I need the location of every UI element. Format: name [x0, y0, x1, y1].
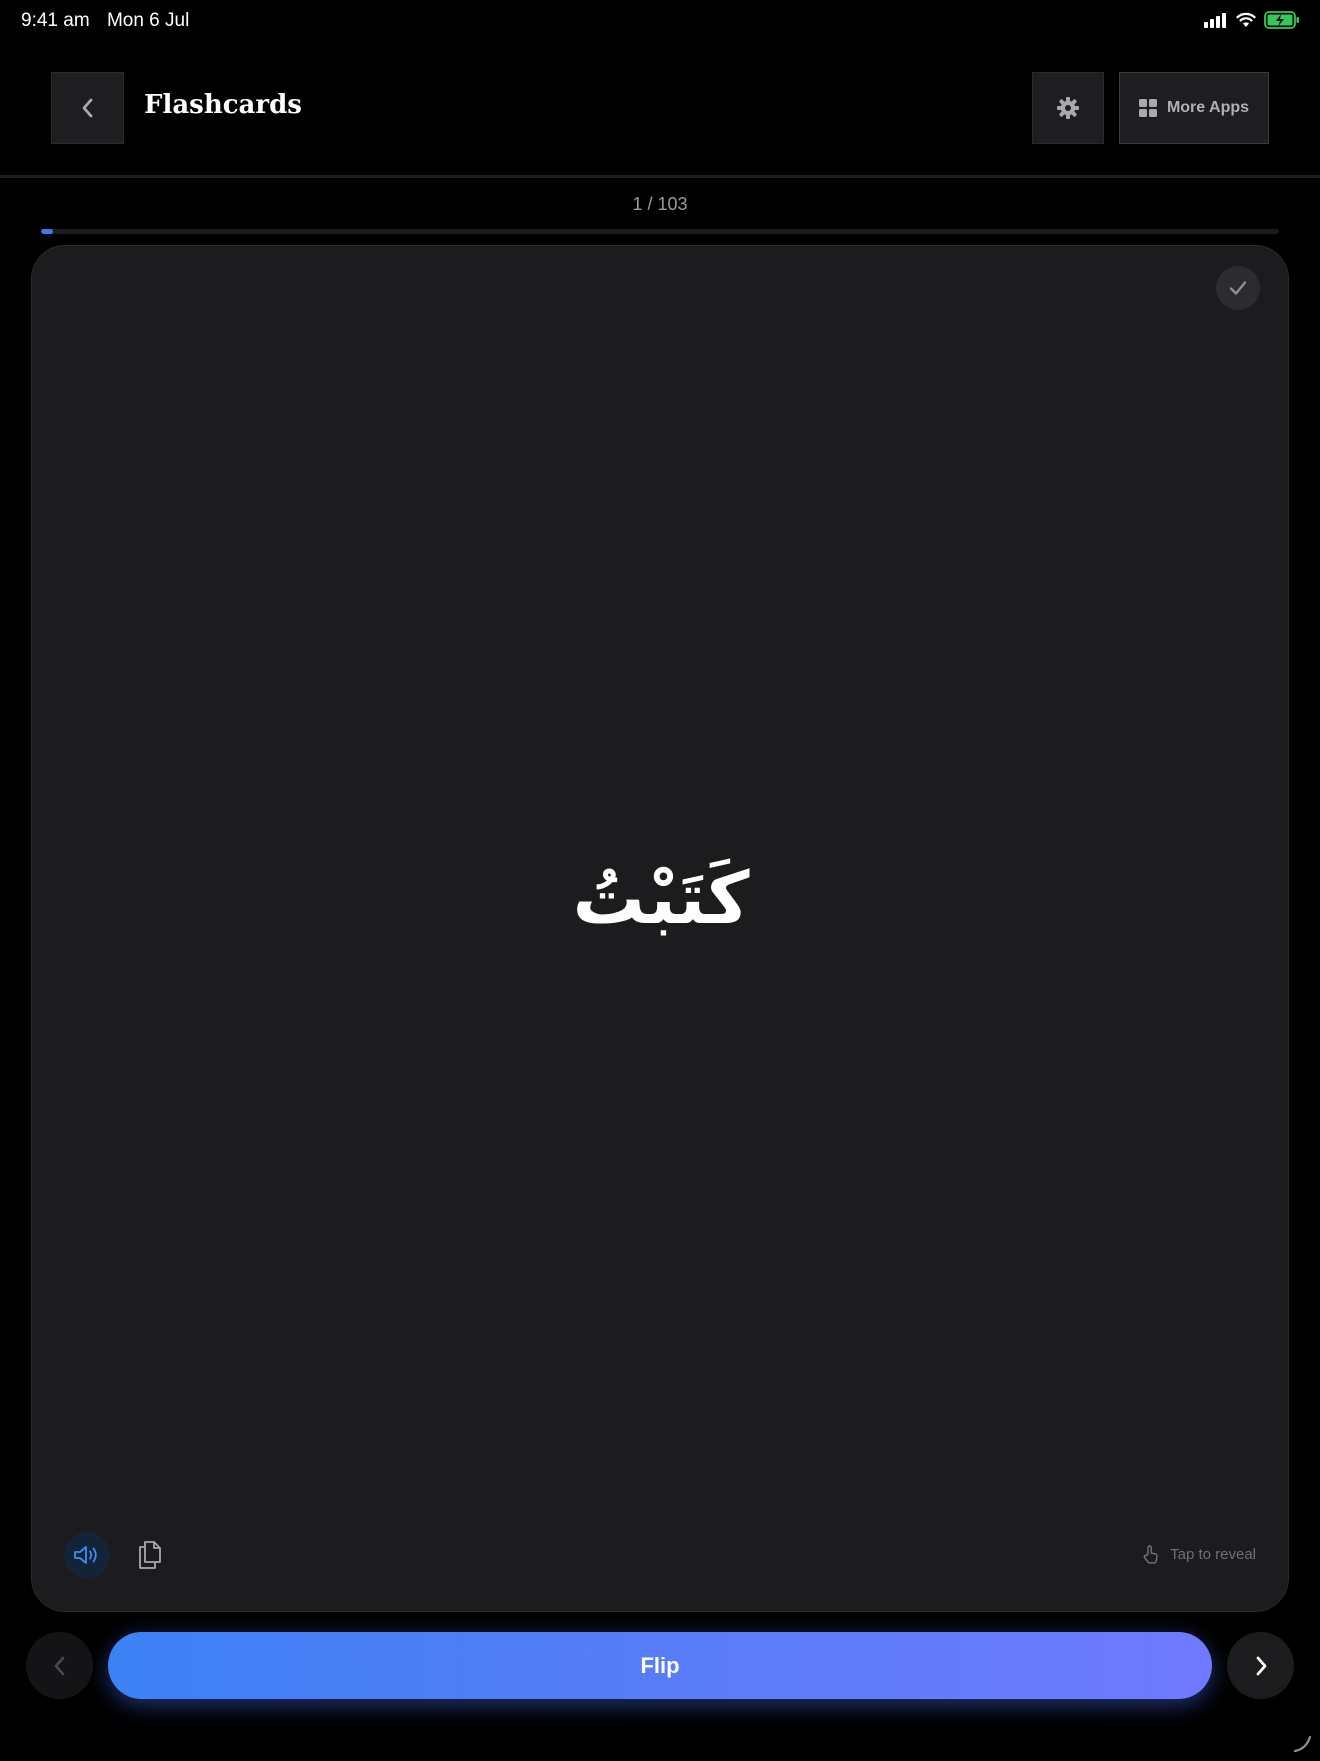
- header-divider: [0, 175, 1320, 178]
- tap-hint: Tap to reveal: [1142, 1544, 1256, 1564]
- progress-fill: [41, 229, 54, 234]
- card-counter: 1 / 103: [632, 194, 688, 214]
- hand-tap-icon: [1143, 1545, 1158, 1564]
- progress-bar: [41, 229, 1279, 234]
- flashcard[interactable]: كَتَبْتُ Tap to reveal: [31, 245, 1289, 1612]
- chevron-right-icon: [1256, 1656, 1266, 1675]
- status-bar: 9:41 am Mon 6 Jul: [0, 0, 1320, 44]
- mark-known-button[interactable]: [1216, 266, 1260, 310]
- wifi-icon: [1236, 12, 1256, 27]
- settings-button[interactable]: [1032, 72, 1104, 144]
- chevron-left-icon: [82, 98, 92, 118]
- previous-card-button[interactable]: [26, 1632, 93, 1699]
- copy-button[interactable]: [130, 1535, 170, 1575]
- speaker-icon: [74, 1546, 97, 1564]
- back-button[interactable]: [51, 72, 124, 144]
- checkmark-icon: [1229, 281, 1247, 295]
- status-time: 9:41 am: [21, 10, 90, 31]
- status-clock: 9:41 am Mon 6 Jul: [21, 10, 201, 32]
- speak-button[interactable]: [64, 1532, 110, 1578]
- app-header: Flashcards More Apps: [0, 44, 1320, 176]
- tap-hint-label: Tap to reveal: [1170, 1545, 1256, 1563]
- status-indicators: [1204, 11, 1300, 29]
- app-screen: 9:41 am Mon 6 Jul Flashcards More Apps 1…: [0, 0, 1320, 1761]
- status-date: Mon 6 Jul: [106, 10, 190, 31]
- next-card-button[interactable]: [1227, 1632, 1294, 1699]
- battery-charging-icon: [1264, 11, 1299, 29]
- more-apps-button[interactable]: More Apps: [1119, 72, 1269, 144]
- copy-icon: [139, 1541, 161, 1569]
- cellular-signal-icon: [1204, 13, 1226, 28]
- page-title: Flashcards: [144, 90, 302, 120]
- grid-icon: [1138, 99, 1157, 117]
- card-word: كَتَبْتُ: [572, 856, 750, 940]
- more-apps-label: More Apps: [1166, 99, 1250, 116]
- gear-icon: [1057, 97, 1079, 119]
- resize-grip-icon: [1293, 1735, 1312, 1753]
- chevron-left-icon: [54, 1656, 64, 1675]
- flip-button[interactable]: Flip: [108, 1632, 1212, 1699]
